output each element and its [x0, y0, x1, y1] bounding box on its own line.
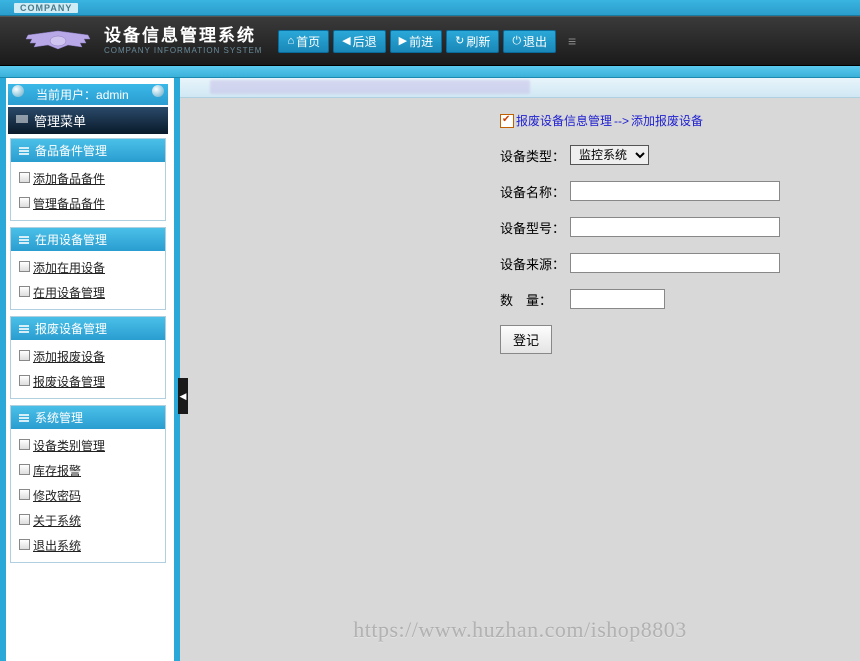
bars-icon: [19, 236, 29, 244]
app-header: 设备信息管理系统 COMPANY INFORMATION SYSTEM ⌂首页 …: [0, 16, 860, 66]
grid-icon: [16, 115, 28, 127]
menu-link[interactable]: 报废设备管理: [33, 375, 105, 389]
current-user-label: 当前用户：: [36, 88, 96, 102]
device-name-label: 设备名称：: [500, 182, 570, 201]
refresh-button[interactable]: ↻刷新: [446, 30, 499, 53]
menu-link[interactable]: 添加在用设备: [33, 261, 105, 275]
menu-link[interactable]: 关于系统: [33, 514, 81, 528]
menu-group: 在用设备管理添加在用设备在用设备管理: [10, 227, 166, 310]
device-type-select[interactable]: 监控系统: [570, 145, 649, 165]
knob-icon: [152, 85, 164, 97]
qty-input[interactable]: [570, 289, 665, 309]
submit-button[interactable]: 登记: [500, 325, 552, 354]
main-content: ◀ 报废设备信息管理 --> 添加报废设备 设备类型： 监控系统 设备名称： 设…: [180, 78, 860, 661]
device-model-label: 设备型号：: [500, 218, 570, 237]
menu-header[interactable]: 报废设备管理: [11, 317, 165, 340]
arrow-left-icon: ◀: [342, 36, 350, 47]
current-user-bar: 当前用户：admin: [8, 84, 168, 105]
bars-icon: [19, 147, 29, 155]
bars-icon: [19, 414, 29, 422]
back-button[interactable]: ◀后退: [333, 30, 385, 53]
bars-icon: [19, 325, 29, 333]
menu-item: 修改密码: [11, 483, 165, 508]
device-source-label: 设备来源：: [500, 254, 570, 273]
menu-item: 添加备品备件: [11, 166, 165, 191]
menu-group: 报废设备管理添加报废设备报废设备管理: [10, 316, 166, 399]
wings-logo-icon: [18, 23, 98, 59]
device-source-input[interactable]: [570, 253, 780, 273]
menu-title: 管理菜单: [8, 107, 168, 134]
menu-item: 关于系统: [11, 508, 165, 533]
menu-item: 添加在用设备: [11, 255, 165, 280]
top-toolbar: ⌂首页 ◀后退 ▶前进 ↻刷新 ⏻退出 ≡: [278, 30, 576, 53]
menu-list: 设备类别管理库存报警修改密码关于系统退出系统: [11, 429, 165, 562]
company-bar: COMPANY: [0, 0, 860, 16]
menu-list: 添加报废设备报废设备管理: [11, 340, 165, 398]
header-strip: [0, 66, 860, 78]
menu-group: 系统管理设备类别管理库存报警修改密码关于系统退出系统: [10, 405, 166, 563]
device-model-input[interactable]: [570, 217, 780, 237]
content-header-strip: [180, 78, 860, 98]
breadcrumb-page[interactable]: 添加报废设备: [631, 112, 703, 129]
refresh-icon: ↻: [455, 36, 464, 47]
checkbox-icon: [500, 114, 514, 128]
home-button[interactable]: ⌂首页: [278, 30, 329, 53]
menu-link[interactable]: 修改密码: [33, 489, 81, 503]
system-subtitle: COMPANY INFORMATION SYSTEM: [104, 46, 262, 55]
menu-header[interactable]: 系统管理: [11, 406, 165, 429]
menu-link[interactable]: 库存报警: [33, 464, 81, 478]
current-user-value: admin: [96, 88, 129, 102]
breadcrumb-arrow: -->: [614, 114, 629, 128]
sidebar: 当前用户：admin 管理菜单 备品备件管理添加备品备件管理备品备件在用设备管理…: [0, 78, 180, 661]
home-icon: ⌂: [287, 36, 294, 47]
qty-label: 数 量：: [500, 290, 570, 309]
menu-link[interactable]: 退出系统: [33, 539, 81, 553]
menu-list: 添加备品备件管理备品备件: [11, 162, 165, 220]
sidebar-collapse-handle[interactable]: ◀: [178, 378, 188, 414]
menu-header[interactable]: 在用设备管理: [11, 228, 165, 251]
menu-header[interactable]: 备品备件管理: [11, 139, 165, 162]
breadcrumb: 报废设备信息管理 --> 添加报废设备: [500, 112, 840, 129]
forward-button[interactable]: ▶前进: [390, 30, 442, 53]
menu-list: 添加在用设备在用设备管理: [11, 251, 165, 309]
menu-item: 库存报警: [11, 458, 165, 483]
system-title: 设备信息管理系统: [104, 27, 262, 44]
menu-item: 管理备品备件: [11, 191, 165, 216]
company-badge: COMPANY: [14, 3, 78, 13]
menu-link[interactable]: 添加报废设备: [33, 350, 105, 364]
menu-link[interactable]: 管理备品备件: [33, 197, 105, 211]
menu-group: 备品备件管理添加备品备件管理备品备件: [10, 138, 166, 221]
menu-link[interactable]: 在用设备管理: [33, 286, 105, 300]
arrow-right-icon: ▶: [399, 36, 407, 47]
knob-icon: [12, 85, 24, 97]
system-title-block: 设备信息管理系统 COMPANY INFORMATION SYSTEM: [104, 27, 262, 55]
menu-item: 添加报废设备: [11, 344, 165, 369]
device-name-input[interactable]: [570, 181, 780, 201]
menu-item: 在用设备管理: [11, 280, 165, 305]
menu-item: 报废设备管理: [11, 369, 165, 394]
menu-item: 退出系统: [11, 533, 165, 558]
watermark: https://www.huzhan.com/ishop8803: [180, 617, 860, 643]
breadcrumb-section[interactable]: 报废设备信息管理: [516, 112, 612, 129]
menu-icon[interactable]: ≡: [568, 33, 576, 49]
power-icon: ⏻: [512, 36, 521, 47]
menu-link[interactable]: 设备类别管理: [33, 439, 105, 453]
blur-smear: [210, 80, 530, 94]
menu-link[interactable]: 添加备品备件: [33, 172, 105, 186]
menu-item: 设备类别管理: [11, 433, 165, 458]
device-type-label: 设备类型：: [500, 146, 570, 165]
exit-button[interactable]: ⏻退出: [503, 30, 556, 53]
